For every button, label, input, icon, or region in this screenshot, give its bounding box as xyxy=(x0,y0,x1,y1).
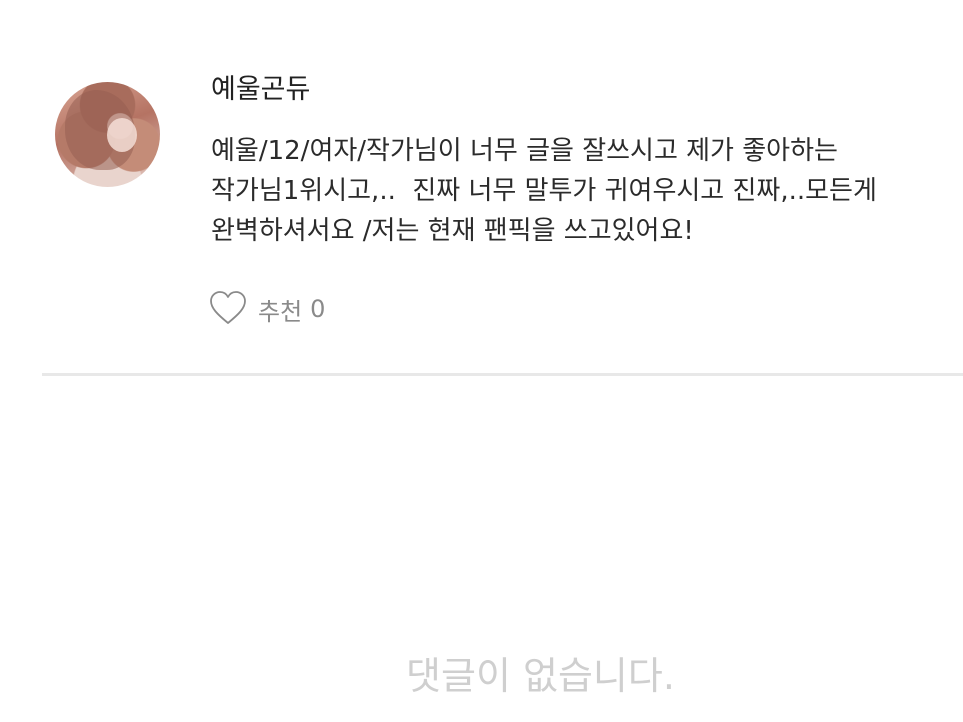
like-button[interactable]: 추천 0 xyxy=(208,288,325,330)
like-count: 0 xyxy=(310,295,326,323)
section-divider xyxy=(42,373,963,376)
like-label: 추천 xyxy=(258,297,303,326)
empty-comments-message: 댓글이 없습니다. xyxy=(406,654,675,698)
author-name[interactable]: 예울곤듀 xyxy=(211,72,310,108)
avatar-face-shape xyxy=(107,118,137,152)
post-body: 예울/12/여자/작가님이 너무 글을 잘쓰시고 제가 좋아하는 작가님1위시고… xyxy=(211,136,877,246)
heart-outline-icon[interactable] xyxy=(208,289,248,329)
author-avatar[interactable] xyxy=(55,82,160,187)
